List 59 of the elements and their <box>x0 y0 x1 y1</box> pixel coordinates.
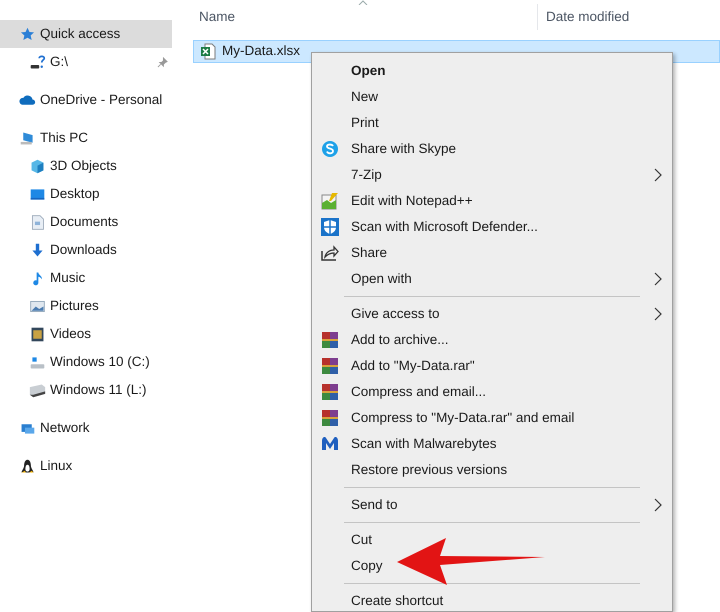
sidebar-item[interactable]: G:\ <box>0 48 172 76</box>
skype-icon <box>320 139 340 159</box>
penguin-icon <box>19 458 36 474</box>
star-icon <box>19 26 36 42</box>
sidebar-item[interactable]: Network <box>0 414 172 442</box>
defender-icon <box>320 217 340 237</box>
menu-item[interactable]: Give access to <box>318 301 666 327</box>
cube-icon <box>29 158 46 174</box>
menu-item[interactable]: New <box>318 84 666 110</box>
menu-item[interactable]: Compress to "My-Data.rar" and email <box>318 405 666 431</box>
sidebar-item[interactable]: Windows 10 (C:) <box>0 348 172 376</box>
rar-icon <box>320 408 340 428</box>
menu-item[interactable]: Send to <box>318 492 666 518</box>
menu-item[interactable]: Restore previous versions <box>318 457 666 483</box>
sidebar-item[interactable]: Downloads <box>0 236 172 264</box>
menu-item[interactable]: Scan with Microsoft Defender... <box>318 214 666 240</box>
sidebar-item[interactable]: This PC <box>0 124 172 152</box>
menu-item[interactable]: Create shortcut <box>318 588 666 612</box>
share-icon <box>320 243 340 263</box>
menu-item[interactable]: Share with Skype <box>318 136 666 162</box>
sidebar-item[interactable]: Quick access <box>0 20 172 48</box>
menu-item[interactable]: Compress and email... <box>318 379 666 405</box>
file-name: My-Data.xlsx <box>222 42 300 60</box>
sidebar-item[interactable]: Linux <box>0 452 172 480</box>
unknown-drive-icon <box>29 54 46 70</box>
menu-item[interactable]: Cut <box>318 527 666 553</box>
notepad-icon <box>320 191 340 211</box>
menu-item[interactable]: Print <box>318 110 666 136</box>
menu-item[interactable]: Share <box>318 240 666 266</box>
menu-item[interactable]: Copy <box>318 553 666 579</box>
menu-item[interactable]: Add to archive... <box>318 327 666 353</box>
sidebar-item[interactable]: OneDrive - Personal <box>0 86 172 114</box>
sidebar-item[interactable]: Music <box>0 264 172 292</box>
menu-item[interactable]: Open with <box>318 266 666 292</box>
chevron-right-icon <box>654 307 662 321</box>
spreadsheet-icon <box>200 43 216 60</box>
sidebar-item[interactable]: Pictures <box>0 292 172 320</box>
drive-icon <box>29 382 46 398</box>
sidebar-item[interactable]: Windows 11 (L:) <box>0 376 172 404</box>
column-header[interactable]: Date modified <box>538 6 630 28</box>
menu-item[interactable]: Edit with Notepad++ <box>318 188 666 214</box>
chevron-right-icon <box>654 272 662 286</box>
sidebar-item[interactable]: Documents <box>0 208 172 236</box>
column-header[interactable]: Name <box>183 6 537 28</box>
sidebar-item[interactable]: 3D Objects <box>0 152 172 180</box>
chevron-right-icon <box>654 168 662 182</box>
menu-item[interactable]: 7-Zip <box>318 162 666 188</box>
sidebar-item[interactable]: Videos <box>0 320 172 348</box>
menu-item[interactable]: Add to "My-Data.rar" <box>318 353 666 379</box>
rar-icon <box>320 330 340 350</box>
rar-icon <box>320 382 340 402</box>
document-icon <box>29 214 46 230</box>
videos-icon <box>29 326 46 342</box>
chevron-right-icon <box>654 498 662 512</box>
rar-icon <box>320 356 340 376</box>
menu-item[interactable]: Scan with Malwarebytes <box>318 431 666 457</box>
sidebar-item[interactable]: Desktop <box>0 180 172 208</box>
pin-icon[interactable] <box>157 56 168 68</box>
sort-caret-icon <box>358 0 368 5</box>
